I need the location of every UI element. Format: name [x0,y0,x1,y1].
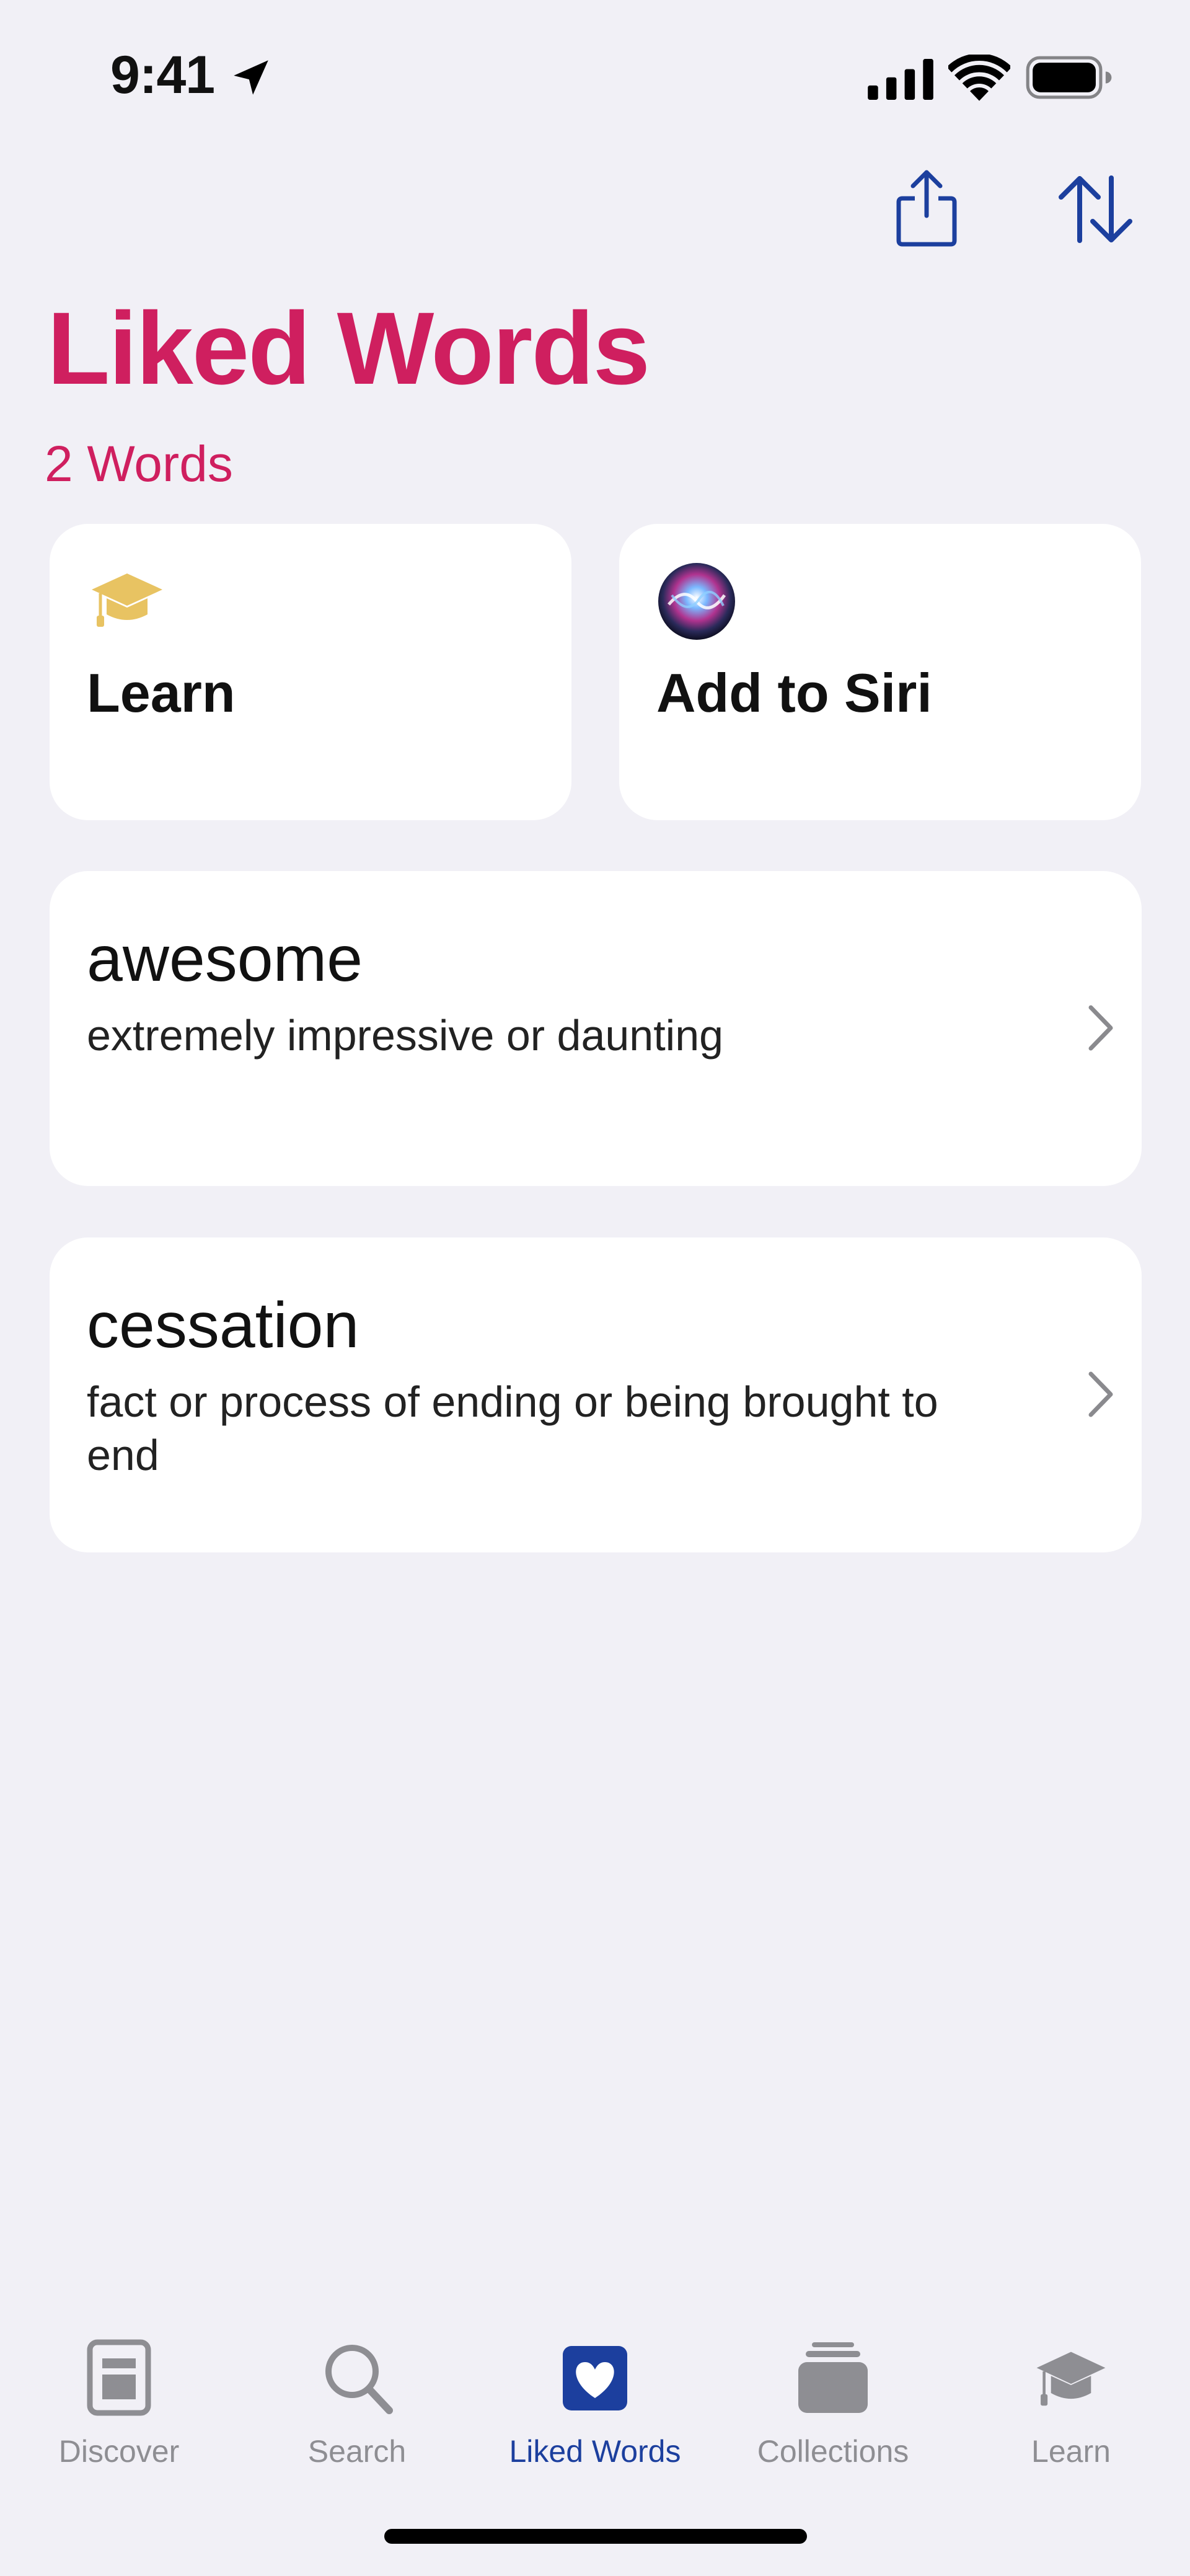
tab-label: Discover [58,2434,180,2469]
tab-learn[interactable]: Learn [952,2319,1190,2480]
cellular-signal-icon [868,59,933,100]
tab-label: Liked Words [509,2434,681,2469]
word-count: 2 Words [45,436,233,492]
battery-icon [1026,56,1112,99]
word-title: cessation [87,1290,359,1361]
tab-label: Search [307,2434,407,2469]
wifi-icon [948,55,1010,101]
heart-square-icon [563,2346,627,2410]
magnifier-icon [325,2345,393,2414]
tab-label: Learn [1031,2434,1111,2469]
tab-collections[interactable]: Collections [714,2319,952,2480]
tab-search[interactable]: Search [238,2319,476,2480]
graduation-cap-icon [1036,2352,1106,2406]
sort-button[interactable] [1054,174,1137,245]
tab-liked-words[interactable]: Liked Words [476,2319,714,2480]
word-card-cessation[interactable]: cessation fact or process of ending or b… [50,1237,1142,1552]
share-icon [896,170,957,247]
graduation-cap-icon [92,573,162,627]
learn-card-label: Learn [87,662,236,724]
word-definition: fact or process of ending or being broug… [87,1378,938,1479]
share-button[interactable] [892,167,961,248]
siri-icon [658,563,735,640]
sort-arrows-icon [1059,175,1132,243]
newspaper-icon [87,2339,151,2416]
add-to-siri-card[interactable]: Add to Siri [619,524,1141,820]
home-indicator [384,2529,807,2544]
page-title: Liked Words [47,291,650,406]
chevron-right-icon [1088,1371,1113,1417]
stack-icon [798,2342,868,2413]
add-to-siri-label: Add to Siri [656,662,932,724]
tab-discover[interactable]: Discover [0,2319,238,2480]
learn-card[interactable]: Learn [50,524,571,820]
location-arrow-icon [234,60,268,95]
word-title: awesome [87,923,363,995]
word-definition: extremely impressive or daunting [87,1011,724,1060]
chevron-right-icon [1088,1005,1113,1051]
status-time: 9:41 [110,45,215,105]
tab-label: Collections [757,2434,909,2469]
status-bar: 9:41 [0,0,1190,143]
word-card-awesome[interactable]: awesome extremely impressive or daunting [50,871,1142,1186]
